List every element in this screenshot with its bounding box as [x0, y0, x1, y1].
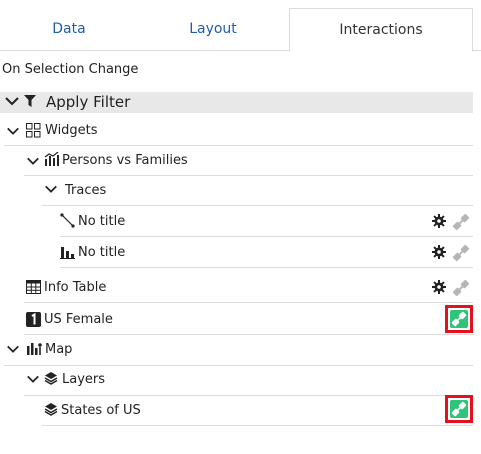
- section-label: On Selection Change: [2, 62, 139, 77]
- plug-highlight-box: [445, 305, 473, 333]
- layers-icon: [44, 403, 58, 416]
- tree-node-us-female[interactable]: US Female: [24, 305, 473, 335]
- tree-node-traces[interactable]: Traces: [42, 176, 473, 206]
- plug-icon[interactable]: [451, 212, 471, 232]
- chevron-down-icon: [27, 157, 39, 165]
- tree-label-trace-line: No title: [78, 214, 126, 229]
- plug-icon[interactable]: [451, 278, 471, 298]
- tree-node-states-of-us[interactable]: States of US: [42, 395, 473, 426]
- layers-icon: [44, 372, 58, 385]
- plug-icon[interactable]: [450, 310, 468, 328]
- chevron-down-icon: [7, 345, 19, 353]
- number-card-icon: [26, 312, 41, 327]
- plug-icon[interactable]: [450, 400, 468, 418]
- tree-node-widgets[interactable]: Widgets: [4, 116, 473, 146]
- gear-icon[interactable]: [432, 280, 446, 294]
- tree-label-us-female: US Female: [44, 312, 113, 327]
- plug-highlight-box: [445, 395, 473, 423]
- tree-node-map[interactable]: Map: [4, 336, 473, 366]
- chevron-down-icon: [45, 185, 57, 193]
- tab-layout[interactable]: Layout: [138, 8, 288, 51]
- plug-icon[interactable]: [451, 243, 471, 263]
- tree-label-traces: Traces: [65, 183, 107, 198]
- chart-combo-icon: [44, 152, 59, 166]
- apply-filter-label: Apply Filter: [46, 93, 131, 111]
- widgets-grid-icon: [26, 123, 41, 138]
- tree-label-widgets: Widgets: [45, 123, 98, 138]
- tab-bar: Data Layout Interactions: [0, 8, 481, 52]
- tree-node-info-table[interactable]: Info Table: [24, 273, 473, 303]
- chevron-down-icon: [7, 127, 19, 135]
- tree-node-trace-line[interactable]: No title: [60, 207, 473, 237]
- line-trace-icon: [60, 213, 75, 228]
- tree-label-info-table: Info Table: [44, 280, 107, 295]
- chevron-down-icon: [27, 375, 39, 383]
- gear-icon[interactable]: [432, 214, 446, 228]
- tree-label-persons-vs-families: Persons vs Families: [62, 153, 188, 168]
- map-chart-icon: [27, 343, 42, 355]
- tab-interactions[interactable]: Interactions: [289, 8, 473, 52]
- tree-node-layers[interactable]: Layers: [24, 366, 473, 396]
- tree-label-map: Map: [45, 342, 73, 357]
- tree-label-trace-bar: No title: [78, 245, 126, 260]
- tree-label-layers: Layers: [62, 372, 106, 387]
- bar-trace-icon: [60, 247, 75, 259]
- chevron-down-icon: [5, 97, 19, 106]
- table-icon: [26, 280, 41, 294]
- gear-icon[interactable]: [432, 245, 446, 259]
- tree-label-states-of-us: States of US: [61, 403, 141, 418]
- funnel-icon: [24, 95, 36, 107]
- apply-filter-header[interactable]: Apply Filter: [0, 92, 473, 113]
- tab-data[interactable]: Data: [0, 8, 138, 51]
- tree-node-trace-bar[interactable]: No title: [60, 238, 473, 268]
- tree-node-persons-vs-families[interactable]: Persons vs Families: [24, 146, 473, 176]
